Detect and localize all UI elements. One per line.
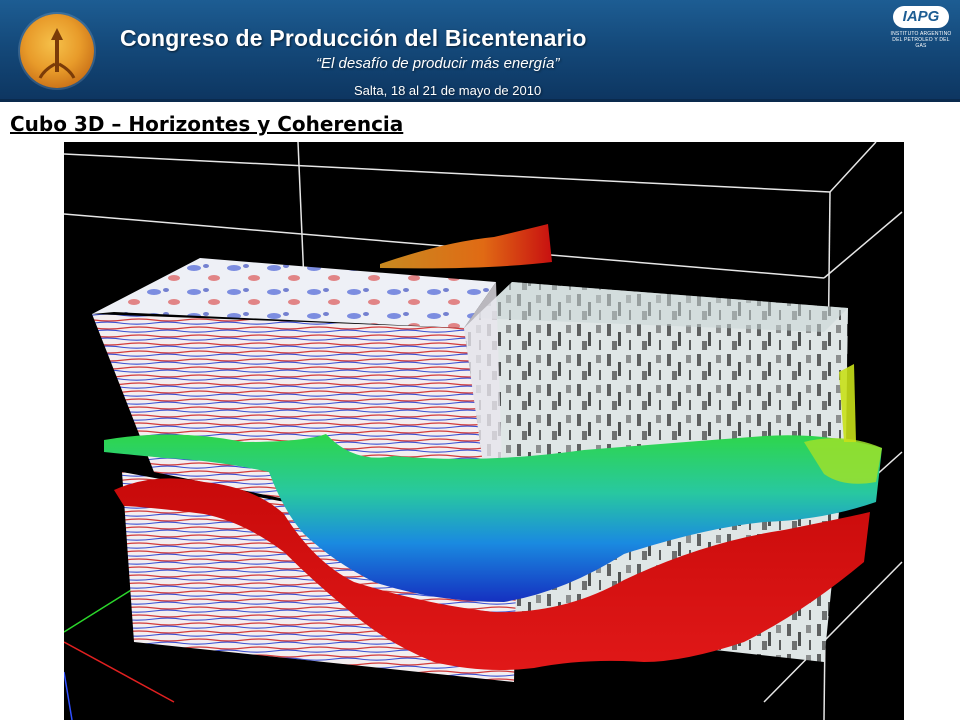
slide-title: Cubo 3D – Horizontes y Coherencia [10, 112, 404, 136]
congress-logo [20, 14, 94, 88]
header-banner: Congreso de Producción del Bicentenario … [0, 0, 960, 102]
back-horizon [380, 224, 552, 269]
iapg-caption: INSTITUTO ARGENTINO DEL PETROLEO Y DEL G… [890, 31, 952, 49]
iapg-badge: IAPG [893, 6, 949, 28]
seismic-3d-cube-icon [64, 142, 903, 720]
seismic-cube-figure [64, 142, 904, 720]
banner-event-info: Salta, 18 al 21 de mayo de 2010 [354, 83, 542, 98]
derrick-arrow-icon [38, 28, 76, 79]
banner-title: Congreso de Producción del Bicentenario [120, 25, 587, 51]
iapg-logo: IAPG INSTITUTO ARGENTINO DEL PETROLEO Y … [888, 6, 954, 50]
banner-subtitle: “El desafío de producir más energía” [316, 55, 560, 72]
